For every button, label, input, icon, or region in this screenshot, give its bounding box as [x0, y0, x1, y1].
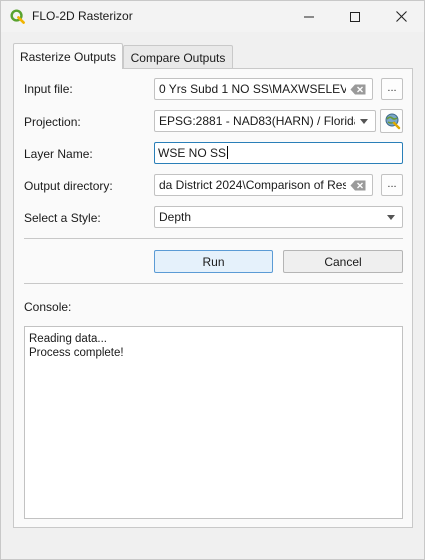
close-icon	[395, 11, 407, 22]
close-button[interactable]	[378, 1, 424, 32]
console-line: Process complete!	[29, 347, 124, 359]
run-button[interactable]: Run	[154, 250, 273, 273]
browse-input-file-button[interactable]: ...	[381, 78, 403, 100]
minimize-icon	[304, 16, 314, 17]
projection-select[interactable]: EPSG:2881 - NAD83(HARN) / Florida Eas	[154, 110, 376, 132]
clear-text-icon[interactable]	[350, 84, 366, 95]
dialog-window: FLO-2D Rasterizor Rasterize Outputs Comp…	[0, 0, 425, 560]
maximize-button[interactable]	[332, 1, 378, 32]
console-label: Console:	[24, 300, 72, 314]
input-file-value: 0 Yrs Subd 1 NO SS\MAXWSELEV.OUT	[159, 82, 346, 96]
output-directory-field[interactable]: da District 2024\Comparison of Results	[154, 174, 373, 196]
minimize-button[interactable]	[286, 1, 332, 32]
divider	[24, 283, 403, 284]
maximize-icon	[350, 11, 360, 22]
input-file-label: Input file:	[24, 82, 73, 96]
output-directory-value: da District 2024\Comparison of Results	[159, 178, 346, 192]
text-caret	[227, 146, 229, 159]
projection-value: EPSG:2881 - NAD83(HARN) / Florida Eas	[159, 114, 355, 128]
chevron-down-icon	[360, 119, 368, 124]
tab-rasterize-outputs[interactable]: Rasterize Outputs	[13, 43, 123, 69]
qgis-logo-icon	[10, 9, 25, 24]
cancel-button[interactable]: Cancel	[283, 250, 403, 273]
input-file-field[interactable]: 0 Yrs Subd 1 NO SS\MAXWSELEV.OUT	[154, 78, 373, 100]
projection-label: Projection:	[24, 115, 81, 129]
style-label: Select a Style:	[24, 211, 101, 225]
divider	[24, 238, 403, 239]
style-select[interactable]: Depth	[154, 206, 403, 228]
layer-name-input[interactable]: WSE NO SS	[154, 142, 403, 164]
output-directory-label: Output directory:	[24, 179, 113, 193]
chevron-down-icon	[387, 215, 395, 220]
clear-text-icon[interactable]	[350, 180, 366, 191]
layer-name-value: WSE NO SS	[158, 146, 227, 160]
crs-selector-button[interactable]	[380, 109, 403, 133]
globe-crs-icon	[385, 113, 400, 130]
console-output[interactable]: Reading data... Process complete!	[24, 326, 403, 519]
style-value: Depth	[159, 210, 192, 224]
title-bar[interactable]: FLO-2D Rasterizor	[1, 1, 424, 32]
layer-name-label: Layer Name:	[24, 147, 93, 161]
window-title: FLO-2D Rasterizor	[32, 9, 133, 23]
console-line: Reading data...	[29, 333, 108, 345]
tab-compare-outputs[interactable]: Compare Outputs	[123, 45, 233, 69]
browse-output-directory-button[interactable]: ...	[381, 174, 403, 196]
